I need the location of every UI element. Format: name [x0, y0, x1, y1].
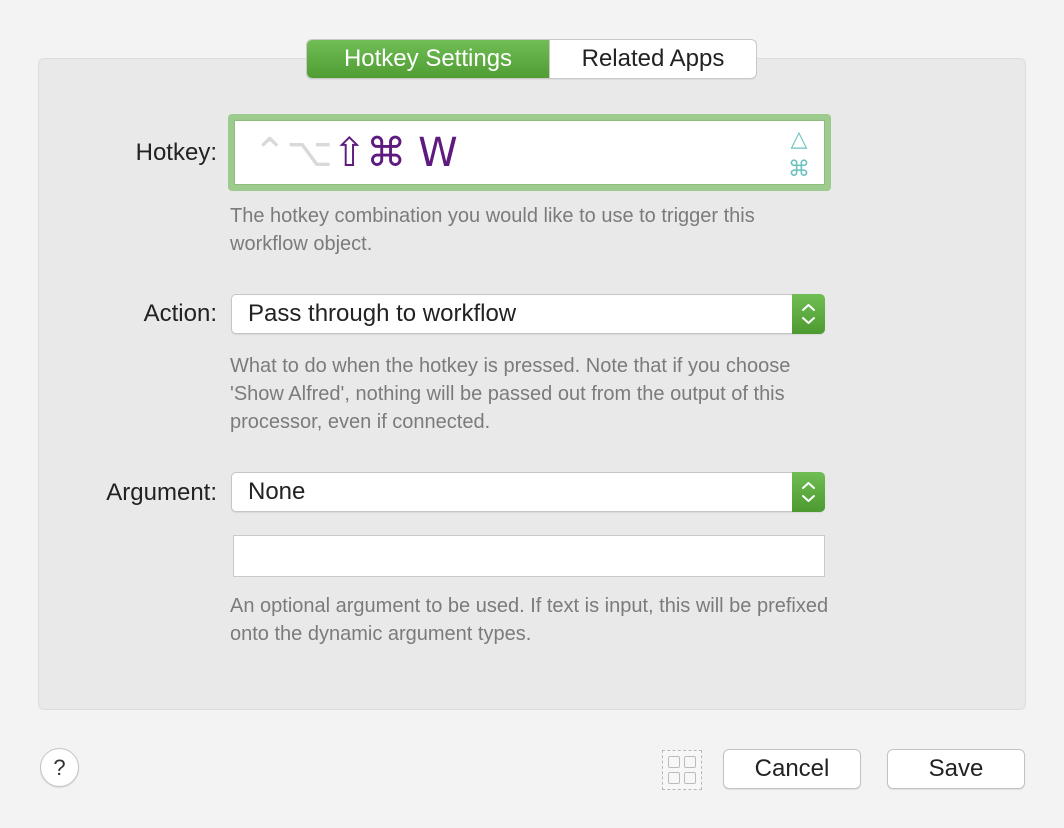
- tab-related-apps[interactable]: Related Apps: [549, 40, 756, 78]
- hotkey-display[interactable]: ⌃ ⌥ ⇧ ⌘ W △ ⌘: [234, 120, 825, 185]
- save-button[interactable]: Save: [887, 749, 1025, 789]
- up-down-chevron-icon: [792, 294, 825, 334]
- argument-help-text: An optional argument to be used. If text…: [230, 595, 829, 645]
- up-down-chevron-icon: [792, 472, 825, 512]
- command-modifier-icon: ⌘: [366, 129, 407, 176]
- grid-icon[interactable]: [662, 750, 702, 790]
- triangle-icon: △: [790, 127, 808, 152]
- hotkey-key: W: [418, 129, 458, 176]
- action-select-value: Pass through to workflow: [248, 300, 517, 327]
- argument-label: Argument:: [106, 479, 217, 506]
- action-label: Action:: [143, 300, 217, 327]
- action-select[interactable]: Pass through to workflow: [231, 294, 825, 334]
- shift-modifier-icon: ⇧: [332, 129, 367, 176]
- action-help-text: What to do when the hotkey is pressed. N…: [230, 355, 791, 433]
- control-modifier-icon: ⌃: [253, 129, 287, 176]
- question-mark-icon: ?: [53, 754, 66, 780]
- help-button[interactable]: ?: [40, 748, 79, 787]
- argument-select-value: None: [248, 478, 306, 505]
- argument-text-input[interactable]: [233, 535, 825, 577]
- option-modifier-icon: ⌥: [286, 129, 333, 176]
- hotkey-help-text: The hotkey combination you would like to…: [230, 205, 755, 255]
- cancel-button[interactable]: Cancel: [723, 749, 861, 789]
- argument-select[interactable]: None: [231, 472, 825, 512]
- tab-hotkey-settings[interactable]: Hotkey Settings: [307, 40, 549, 78]
- command-icon: ⌘: [788, 157, 810, 182]
- hotkey-side-icons[interactable]: △ ⌘: [784, 127, 814, 183]
- hotkey-field[interactable]: ⌃ ⌥ ⇧ ⌘ W △ ⌘: [228, 114, 831, 191]
- tab-bar: Hotkey Settings Related Apps: [306, 39, 757, 79]
- hotkey-label: Hotkey:: [135, 139, 217, 166]
